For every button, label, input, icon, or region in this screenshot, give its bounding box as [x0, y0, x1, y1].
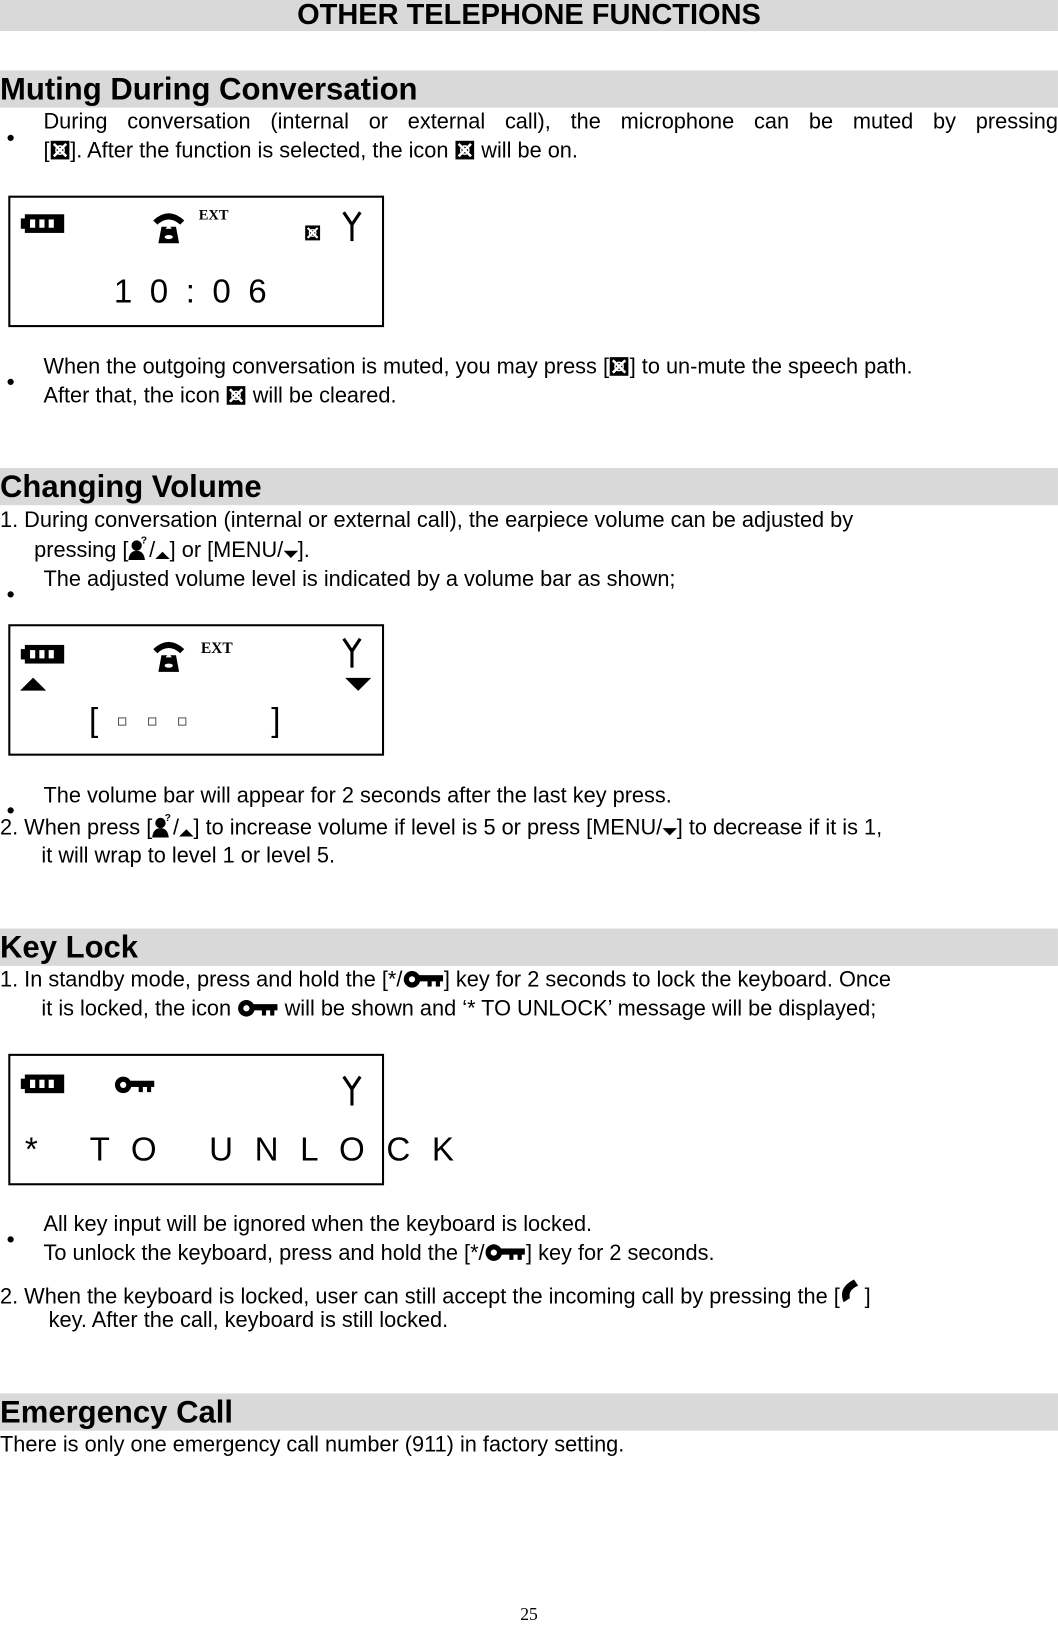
- page-title: OTHER TELEPHONE FUNCTIONS: [0, 0, 1058, 32]
- text-line: All key input will be ignored when the k…: [43, 1212, 593, 1237]
- volume-level-segment: [178, 717, 187, 726]
- up-arrow-icon: [179, 827, 193, 837]
- text-line: There is only one emergency call number …: [0, 1432, 625, 1457]
- text-line: []. After the function is selected, the …: [43, 138, 578, 163]
- text-line: it is locked, the icon will be shown and…: [41, 996, 877, 1021]
- volume-level-segment: [118, 717, 127, 726]
- page-number: 25: [520, 1604, 538, 1625]
- section-heading-emergency: Emergency Call: [0, 1393, 1058, 1431]
- mute-icon: [226, 385, 247, 406]
- mute-key-icon: [609, 356, 630, 377]
- mute-icon: [304, 225, 321, 242]
- up-arrow-icon: [155, 550, 169, 560]
- lcd-display-locked: * T O U N L O C K: [8, 1053, 454, 1186]
- antenna-icon: [342, 210, 363, 241]
- contacts-key-icon: [152, 813, 173, 838]
- section-heading-volume: Changing Volume: [0, 467, 1058, 506]
- volume-level-segment: [148, 717, 157, 726]
- down-arrow-icon: [344, 676, 373, 695]
- bullet-icon: ●: [6, 128, 15, 145]
- key-icon: [114, 1075, 155, 1096]
- battery-icon: [21, 1072, 67, 1095]
- text-line: When the outgoing conversation is muted,…: [43, 355, 913, 379]
- lcd-display-volume: EXT [ ]: [8, 624, 385, 756]
- key-icon: [237, 998, 278, 1019]
- text-line: To unlock the keyboard, press and hold t…: [43, 1241, 715, 1266]
- lcd-time: 1 0 : 0 6: [113, 272, 271, 310]
- text-line: pressing [/] or [MENU/].: [34, 535, 310, 565]
- section-heading-muting: Muting During Conversation: [0, 70, 1058, 108]
- volume-bar-open: [: [89, 700, 99, 739]
- antenna-icon: [342, 637, 363, 668]
- talk-key-icon: [840, 1277, 865, 1306]
- up-arrow-icon: [19, 674, 48, 693]
- bullet-icon: ●: [6, 1229, 15, 1247]
- lcd-unlock-message: * T O U N L O C K: [24, 1130, 461, 1168]
- lcd-display-muted: EXT 1 0 : 0 6: [8, 195, 385, 328]
- ext-label: EXT: [198, 208, 229, 224]
- down-arrow-icon: [283, 550, 297, 560]
- down-arrow-icon: [662, 827, 676, 837]
- text-line: 1. In standby mode, press and hold the […: [0, 967, 891, 992]
- text-line: it will wrap to level 1 or level 5.: [41, 843, 336, 868]
- ext-label: EXT: [200, 640, 233, 658]
- battery-icon: [21, 212, 67, 235]
- battery-icon: [21, 643, 67, 666]
- text-line: The volume bar will appear for 2 seconds…: [43, 783, 672, 808]
- text-line: The adjusted volume level is indicated b…: [43, 567, 676, 592]
- antenna-icon: [342, 1075, 363, 1106]
- text-line: After that, the icon will be cleared.: [43, 384, 397, 408]
- text-line: 2. When press [/] to increase volume if …: [0, 813, 882, 843]
- phone-icon: [151, 208, 186, 245]
- text-line: key. After the call, keyboard is still l…: [48, 1308, 449, 1333]
- manual-page: OTHER TELEPHONE FUNCTIONS Muting During …: [0, 0, 1058, 1624]
- contacts-key-icon: [128, 535, 149, 560]
- volume-bar-close: ]: [271, 700, 281, 739]
- mute-key-icon: [50, 140, 71, 161]
- key-icon: [485, 1242, 526, 1263]
- phone-icon: [151, 637, 186, 674]
- bullet-icon: ●: [6, 372, 15, 390]
- key-icon: [402, 969, 443, 990]
- bullet-icon: ●: [6, 584, 15, 602]
- text-line: 1. During conversation (internal or exte…: [0, 508, 854, 533]
- text-line: During conversation (internal or externa…: [43, 109, 1058, 134]
- section-heading-keylock: Key Lock: [0, 928, 1058, 966]
- mute-icon: [455, 140, 476, 161]
